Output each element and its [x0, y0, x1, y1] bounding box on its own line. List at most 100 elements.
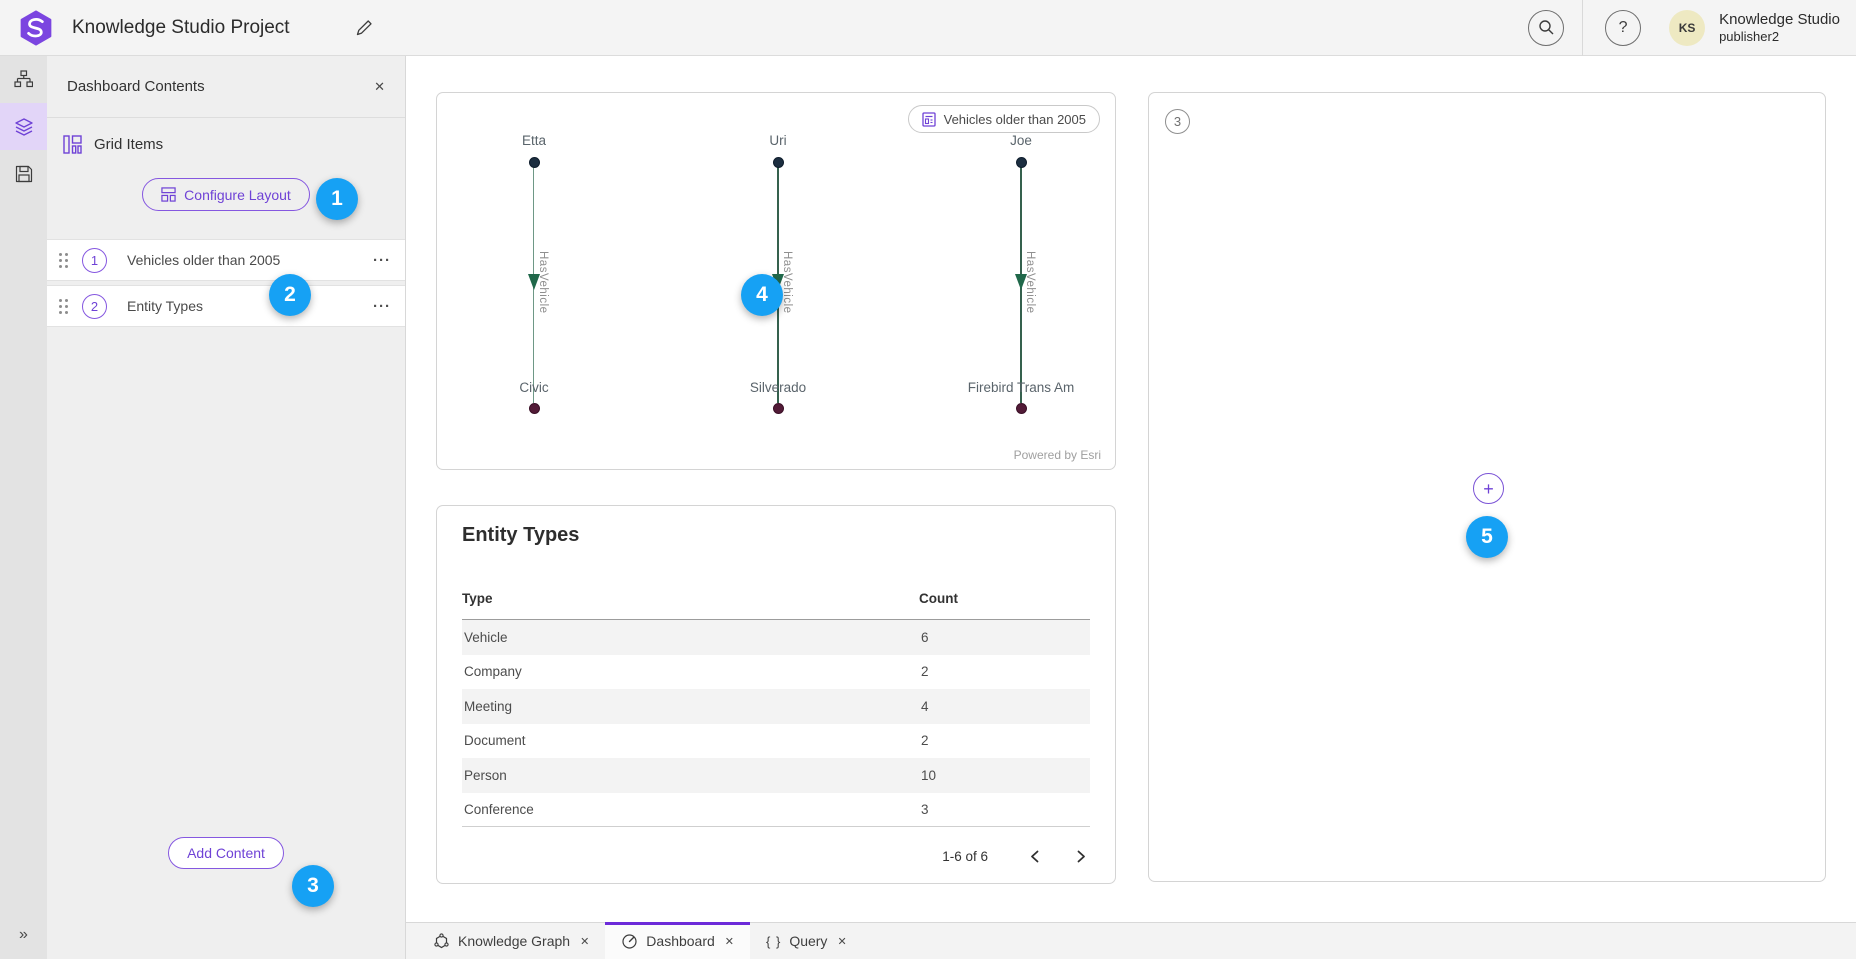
- panel-title: Dashboard Contents: [67, 78, 205, 95]
- table-row: Conference 3: [462, 793, 1090, 828]
- tab-dashboard[interactable]: Dashboard ✕: [605, 923, 750, 959]
- list-item-entity-types[interactable]: 2 Entity Types ···: [47, 285, 405, 327]
- step-badge-4: 4: [741, 274, 783, 316]
- cell-count: 2: [919, 733, 929, 748]
- tab-label: Knowledge Graph: [458, 933, 570, 949]
- close-tab-icon[interactable]: ✕: [725, 935, 734, 948]
- report-icon: [922, 112, 936, 127]
- esri-attribution: Powered by Esri: [1014, 448, 1101, 462]
- avatar-initials: KS: [1679, 21, 1696, 35]
- knowledge-graph-icon: [433, 933, 450, 950]
- user-name: Knowledge Studio: [1719, 11, 1840, 29]
- configure-layout-label: Configure Layout: [184, 187, 291, 203]
- vehicle-node-label: Civic: [519, 380, 548, 395]
- edge-label: HasVehicle: [1024, 251, 1036, 314]
- item-label: Entity Types: [127, 298, 203, 314]
- cell-count: 10: [919, 768, 936, 783]
- person-node-label: Joe: [1010, 133, 1032, 148]
- person-node-label: Uri: [769, 133, 786, 148]
- table-row: Person 10: [462, 758, 1090, 793]
- tab-label: Query: [789, 933, 827, 949]
- edge-label: HasVehicle: [537, 251, 549, 314]
- grid-items-section: Grid Items: [47, 118, 405, 170]
- close-icon: ✕: [374, 79, 385, 94]
- cell-count: 2: [919, 664, 929, 679]
- cell-count: 3: [919, 802, 929, 817]
- project-title: Knowledge Studio Project: [72, 17, 290, 39]
- previous-page-button[interactable]: [1026, 846, 1043, 867]
- vehicle-node[interactable]: [529, 403, 540, 414]
- vehicle-node[interactable]: [1016, 403, 1027, 414]
- item-number-badge: 1: [82, 248, 107, 273]
- column-header-type: Type: [462, 591, 493, 606]
- list-item-vehicles[interactable]: 1 Vehicles older than 2005 ···: [47, 239, 405, 281]
- table-row: Meeting 4: [462, 689, 1090, 724]
- help-button[interactable]: ?: [1605, 10, 1641, 46]
- vehicle-node[interactable]: [773, 403, 784, 414]
- entity-types-table: Type Count Vehicle 6 Company 2 Meeting 4…: [462, 578, 1090, 827]
- step-badge-2: 2: [269, 274, 311, 316]
- rail-item-save[interactable]: [0, 150, 47, 197]
- step-badge-5: 5: [1466, 516, 1508, 558]
- filter-chip[interactable]: Vehicles older than 2005: [908, 105, 1100, 133]
- user-role: publisher2: [1719, 29, 1840, 45]
- view-tab-bar: Knowledge Graph ✕ Dashboard ✕ { } Query …: [406, 922, 1856, 959]
- filter-chip-label: Vehicles older than 2005: [944, 112, 1086, 127]
- configure-layout-button[interactable]: Configure Layout: [142, 178, 310, 211]
- braces-icon: { }: [766, 934, 781, 949]
- vehicle-node-label: Firebird Trans Am: [968, 380, 1075, 395]
- cell-count: 4: [919, 699, 929, 714]
- item-options-icon[interactable]: ···: [373, 298, 391, 315]
- column-header-count: Count: [919, 591, 958, 606]
- avatar[interactable]: KS: [1669, 10, 1705, 46]
- item-label: Vehicles older than 2005: [127, 252, 280, 268]
- cell-count: 6: [919, 630, 929, 645]
- rail-item-contents[interactable]: [0, 103, 47, 150]
- layers-icon: [14, 117, 34, 137]
- add-content-button[interactable]: Add Content: [168, 837, 284, 869]
- chevron-left-icon: [1030, 850, 1039, 863]
- double-chevron-icon: »: [19, 926, 28, 944]
- tab-knowledge-graph[interactable]: Knowledge Graph ✕: [417, 923, 605, 959]
- drag-handle-icon[interactable]: [59, 299, 68, 314]
- person-node[interactable]: [1016, 157, 1027, 168]
- chevron-right-icon: [1077, 850, 1086, 863]
- edit-title-pencil-icon[interactable]: [350, 14, 378, 42]
- step-badge-3: 3: [292, 865, 334, 907]
- dashboard-gauge-icon: [621, 933, 638, 950]
- panel-header: Dashboard Contents ✕: [47, 56, 405, 118]
- table-header: Type Count: [462, 578, 1090, 620]
- item-number-badge: 2: [82, 294, 107, 319]
- drag-handle-icon[interactable]: [59, 253, 68, 268]
- app-logo-icon: [18, 10, 54, 46]
- plus-icon: +: [1483, 480, 1494, 498]
- rail-item-model[interactable]: [0, 56, 47, 103]
- person-node-label: Etta: [522, 133, 546, 148]
- add-widget-button[interactable]: +: [1473, 473, 1504, 504]
- grid-items-label: Grid Items: [94, 136, 163, 153]
- close-panel-button[interactable]: ✕: [370, 75, 389, 99]
- cell-type: Vehicle: [462, 630, 508, 645]
- entity-types-card: Entity Types Type Count Vehicle 6 Compan…: [436, 505, 1116, 884]
- person-node[interactable]: [773, 157, 784, 168]
- close-tab-icon[interactable]: ✕: [837, 935, 846, 948]
- cell-type: Document: [462, 733, 526, 748]
- hierarchy-icon: [14, 70, 33, 89]
- vehicle-node-label: Silverado: [750, 380, 806, 395]
- tab-query[interactable]: { } Query ✕: [750, 923, 863, 959]
- grid-items-list: 1 Vehicles older than 2005 ··· 2 Entity …: [47, 239, 405, 327]
- save-icon: [15, 165, 33, 183]
- pagination: 1-6 of 6: [942, 846, 1090, 867]
- expand-rail-button[interactable]: »: [0, 919, 47, 951]
- user-menu[interactable]: Knowledge Studio publisher2: [1719, 11, 1840, 45]
- close-tab-icon[interactable]: ✕: [580, 935, 589, 948]
- item-options-icon[interactable]: ···: [373, 252, 391, 269]
- next-page-button[interactable]: [1073, 846, 1090, 867]
- app-window: Knowledge Studio Project ? KS Knowledge …: [0, 0, 1856, 959]
- edge-label: HasVehicle: [781, 251, 793, 314]
- search-button[interactable]: [1528, 10, 1564, 46]
- table-row: Vehicle 6: [462, 620, 1090, 655]
- table-row: Company 2: [462, 655, 1090, 690]
- person-node[interactable]: [529, 157, 540, 168]
- cell-type: Meeting: [462, 699, 512, 714]
